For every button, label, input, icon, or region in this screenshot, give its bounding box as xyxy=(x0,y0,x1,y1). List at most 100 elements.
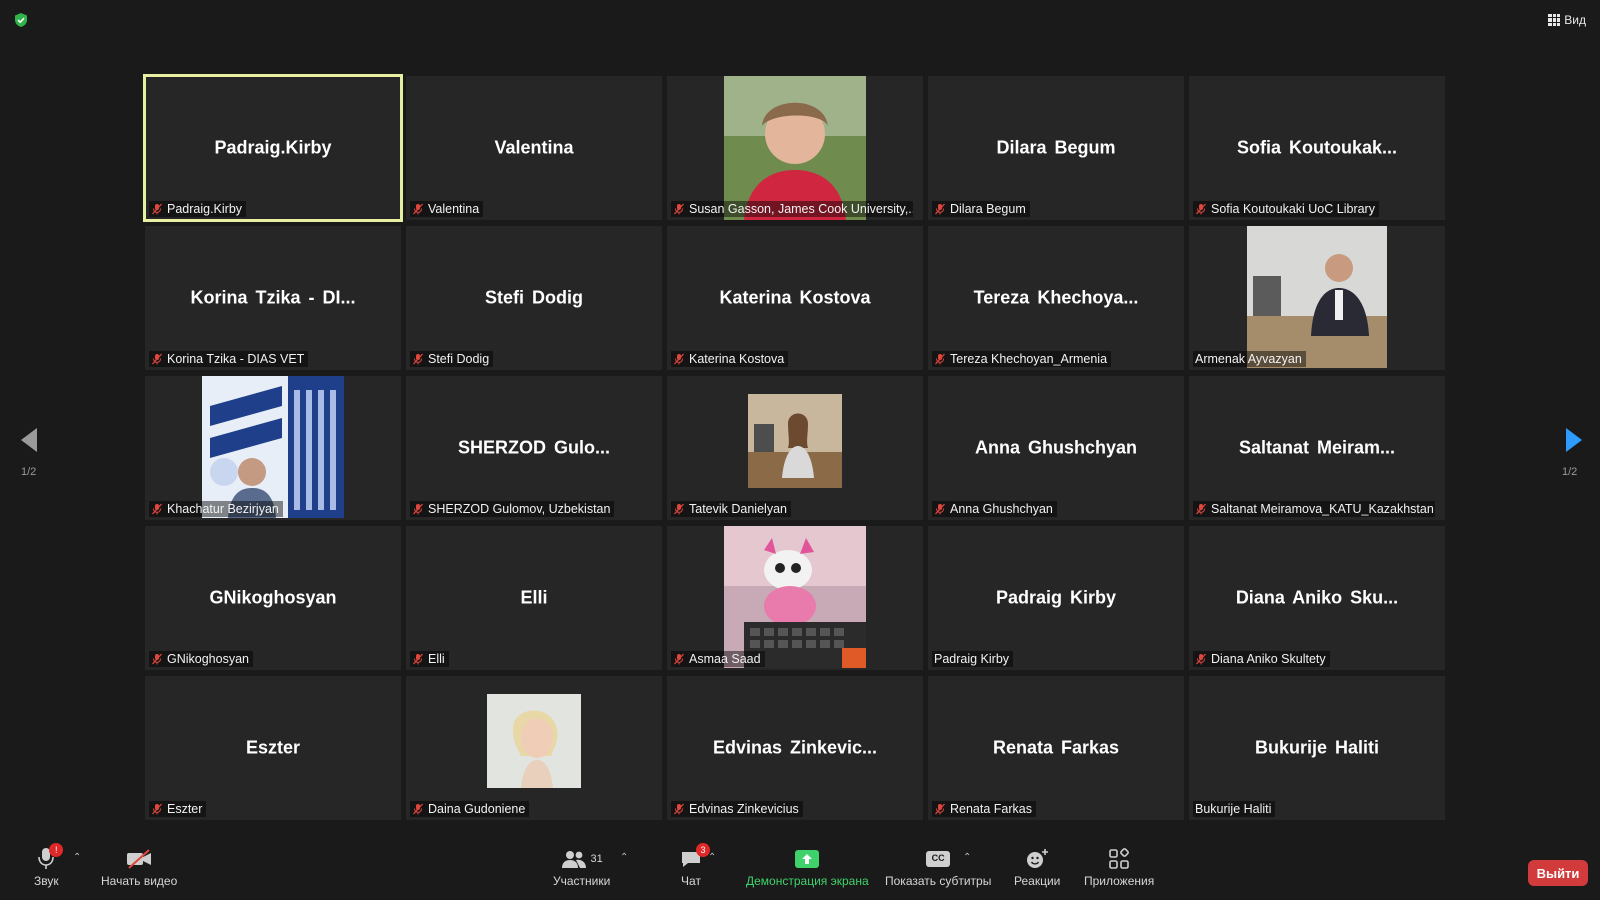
participant-name-text: Stefi Dodig xyxy=(428,352,490,366)
participant-name-text: Khachatur Bezirjyan xyxy=(167,502,279,516)
mic-muted-icon xyxy=(413,353,423,365)
participant-tile[interactable]: Tatevik Danielyan xyxy=(667,376,923,520)
share-screen-label: Демонстрация экрана xyxy=(746,874,869,888)
chat-button[interactable]: 3 Чат xyxy=(680,843,710,888)
participant-name-label: Sofia Koutoukaki UoC Library xyxy=(1193,201,1379,217)
share-screen-button[interactable]: Демонстрация экрана xyxy=(746,846,869,888)
participant-tile[interactable]: Bukurije Haliti Bukurije Haliti xyxy=(1189,676,1445,820)
participant-display-name: Renata Farkas xyxy=(992,737,1120,758)
participant-tile[interactable]: Edvinas Zinkevic... Edvinas Zinkevicius xyxy=(667,676,923,820)
participant-name-text: Daina Gudoniene xyxy=(428,802,526,816)
participant-name-text: Saltanat Meiramova_KATU_Kazakhstan xyxy=(1211,502,1434,516)
apps-icon xyxy=(1109,848,1130,869)
mic-muted-icon xyxy=(935,353,945,365)
participant-tile[interactable]: Armenak Ayvazyan xyxy=(1189,226,1445,370)
participant-name-label: Tereza Khechoyan_Armenia xyxy=(932,351,1112,367)
participant-display-name: Padraig Kirby xyxy=(995,587,1117,608)
participant-tile[interactable]: Katerina Kostova Katerina Kostova xyxy=(667,226,923,370)
participant-tile[interactable]: Elli Elli xyxy=(406,526,662,670)
participant-tile[interactable]: Eszter Eszter xyxy=(145,676,401,820)
participant-name-label: Padraig Kirby xyxy=(932,651,1014,667)
participant-display-name: Stefi Dodig xyxy=(485,287,583,308)
participant-name-label: Tatevik Danielyan xyxy=(671,501,791,517)
participant-display-name: Valentina xyxy=(494,137,574,158)
video-off-icon xyxy=(127,849,152,869)
participant-tile[interactable]: Asmaa Saad xyxy=(667,526,923,670)
reactions-label: Реакции xyxy=(1014,874,1061,888)
participant-display-name: Dilara Begum xyxy=(996,137,1116,158)
participant-tile[interactable]: Anna Ghushchyan Anna Ghushchyan xyxy=(928,376,1184,520)
participant-name-text: Diana Aniko Skultety xyxy=(1211,652,1326,666)
participant-display-name: Padraig.Kirby xyxy=(214,137,332,158)
participant-name-label: Valentina xyxy=(410,201,484,217)
participant-tile[interactable]: Sofia Koutoukak... Sofia Koutoukaki UoC L… xyxy=(1189,76,1445,220)
participant-display-name: Katerina Kostova xyxy=(719,287,871,308)
participant-name-label: Renata Farkas xyxy=(932,801,1036,817)
participant-name-text: Tereza Khechoyan_Armenia xyxy=(950,352,1108,366)
participant-name-text: Dilara Begum xyxy=(950,202,1026,216)
participant-display-name: SHERZOD Gulo... xyxy=(457,437,610,458)
leave-meeting-button[interactable]: Выйти xyxy=(1528,860,1588,886)
participant-display-name: Elli xyxy=(520,587,548,608)
view-button[interactable]: Вид xyxy=(1548,10,1586,30)
mic-muted-icon xyxy=(935,803,945,815)
participant-tile[interactable]: Padraig.Kirby Padraig.Kirby xyxy=(143,74,403,222)
audio-options-caret-icon[interactable]: ⌃ xyxy=(73,852,81,863)
participant-name-label: Padraig.Kirby xyxy=(149,201,247,217)
participant-name-label: SHERZOD Gulomov, Uzbekistan xyxy=(410,501,615,517)
participant-tile[interactable]: Susan Gasson, James Cook University,... xyxy=(667,76,923,220)
participant-name-label: Armenak Ayvazyan xyxy=(1193,351,1306,367)
participant-tile[interactable]: Dilara Begum Dilara Begum xyxy=(928,76,1184,220)
participants-button[interactable]: 31 Участники xyxy=(553,846,610,888)
meeting-toolbar: ! Звук ⌃ Начать видео 31 Участники ⌃ 3 Ч… xyxy=(0,836,1600,900)
participants-options-caret-icon[interactable]: ⌃ xyxy=(620,852,628,863)
start-video-label: Начать видео xyxy=(101,874,178,888)
participants-count: 31 xyxy=(590,853,603,865)
mic-muted-icon xyxy=(674,503,684,515)
captions-icon-text: CC xyxy=(931,853,945,863)
prev-page-arrow-icon[interactable] xyxy=(17,425,41,455)
participant-name-text: Armenak Ayvazyan xyxy=(1195,352,1302,366)
participant-tile[interactable]: Korina Tzika - DI... Korina Tzika - DIAS … xyxy=(145,226,401,370)
participant-tile[interactable]: GNikoghosyan GNikoghosyan xyxy=(145,526,401,670)
mic-muted-icon xyxy=(674,203,684,215)
participant-tile[interactable]: Padraig Kirby Padraig Kirby xyxy=(928,526,1184,670)
start-video-button[interactable]: Начать видео xyxy=(101,846,177,888)
video-gallery: Padraig.Kirby Padraig.Kirby Valentina Valen… xyxy=(143,74,1445,820)
participant-name-label: Saltanat Meiramova_KATU_Kazakhstan xyxy=(1193,501,1435,517)
participant-tile[interactable]: Tereza Khechoya... Tereza Khechoyan_Armen… xyxy=(928,226,1184,370)
reactions-button[interactable]: Реакции xyxy=(1014,846,1060,888)
audio-button[interactable]: ! Звук xyxy=(34,843,64,888)
participant-name-label: Diana Aniko Skultety xyxy=(1193,651,1330,667)
participant-name-text: Korina Tzika - DIAS VET xyxy=(167,352,305,366)
show-captions-label: Показать субтитры xyxy=(885,874,992,888)
mic-muted-icon xyxy=(152,653,162,665)
smiley-plus-icon xyxy=(1027,849,1049,868)
participant-name-label: Katerina Kostova xyxy=(671,351,789,367)
captions-options-caret-icon[interactable]: ⌃ xyxy=(963,852,971,863)
participant-tile[interactable]: Stefi Dodig Stefi Dodig xyxy=(406,226,662,370)
participant-tile[interactable]: SHERZOD Gulo... SHERZOD Gulomov, Uzbekist… xyxy=(406,376,662,520)
participant-video-man-at-desk xyxy=(1247,226,1387,370)
participant-tile[interactable]: Valentina Valentina xyxy=(406,76,662,220)
participant-tile[interactable]: Khachatur Bezirjyan xyxy=(145,376,401,520)
participant-tile[interactable]: Renata Farkas Renata Farkas xyxy=(928,676,1184,820)
participant-display-name: Saltanat Meiram... xyxy=(1238,437,1396,458)
next-page-arrow-icon[interactable] xyxy=(1562,425,1586,455)
participant-display-name: Diana Aniko Sku... xyxy=(1235,587,1399,608)
chat-options-caret-icon[interactable]: ⌃ xyxy=(708,852,716,863)
participant-tile[interactable]: Saltanat Meiram... Saltanat Meiramova_KAT… xyxy=(1189,376,1445,520)
participant-display-name: Korina Tzika - DI... xyxy=(190,287,356,308)
participant-tile[interactable]: Daina Gudoniene xyxy=(406,676,662,820)
shield-icon[interactable] xyxy=(13,12,29,28)
apps-button[interactable]: Приложения xyxy=(1084,846,1154,888)
participant-name-label: Stefi Dodig xyxy=(410,351,494,367)
audio-label: Звук xyxy=(34,874,59,888)
participant-video-blonde-portrait xyxy=(487,694,581,788)
participant-tile[interactable]: Diana Aniko Sku... Diana Aniko Skultety xyxy=(1189,526,1445,670)
show-captions-button[interactable]: CC Показать субтитры xyxy=(885,846,991,888)
participant-name-text: SHERZOD Gulomov, Uzbekistan xyxy=(428,502,611,516)
participant-display-name: Bukurije Haliti xyxy=(1254,737,1380,758)
participant-video-woman-portrait xyxy=(724,76,866,220)
audio-warning-badge: ! xyxy=(49,843,64,857)
